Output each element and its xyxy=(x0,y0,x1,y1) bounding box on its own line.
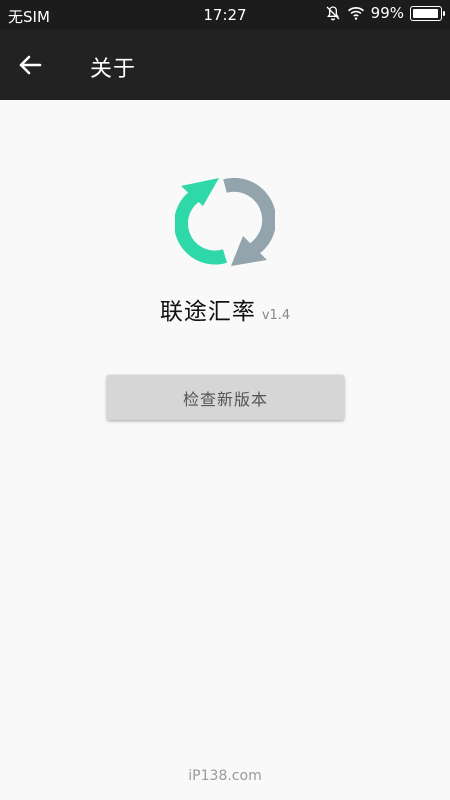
status-bar: 无SIM 17:27 99% xyxy=(0,0,450,30)
app-bar: 关于 xyxy=(0,30,450,100)
footer-watermark: iP138.com xyxy=(188,768,262,784)
app-logo xyxy=(174,170,277,274)
battery-fill xyxy=(413,8,438,18)
battery-icon xyxy=(410,5,445,21)
check-update-button[interactable]: 检查新版本 xyxy=(107,375,344,420)
back-button[interactable] xyxy=(14,49,46,81)
app-name-row: 联途汇率 v1.4 xyxy=(0,292,450,326)
arrow-left-icon xyxy=(19,55,42,75)
app-version: v1.4 xyxy=(261,308,291,323)
battery-percent: 99% xyxy=(370,4,404,22)
bell-off-icon xyxy=(326,6,340,21)
page-title: 关于 xyxy=(90,57,137,82)
refresh-arrows-icon xyxy=(174,177,277,266)
wifi-icon xyxy=(347,7,364,20)
status-icons: 99% xyxy=(325,4,445,22)
app-name: 联途汇率 xyxy=(159,299,256,325)
